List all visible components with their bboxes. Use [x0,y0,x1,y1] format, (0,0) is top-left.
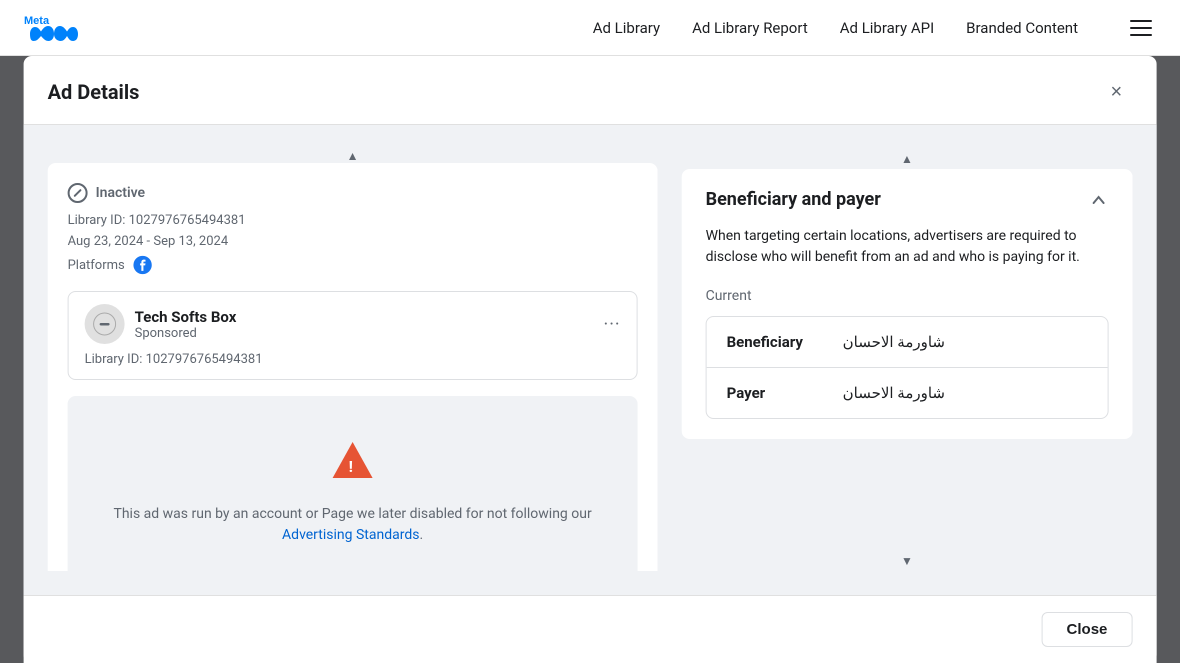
right-scroll-down-indicator: ▼ [682,551,1133,571]
right-panel: Beneficiary and payer When targeting cer… [682,169,1133,551]
beneficiary-field-value: شاورمة الاحسان [843,333,945,351]
nav-ad-library-report[interactable]: Ad Library Report [692,19,808,37]
ad-card-header: Tech Softs Box Sponsored ··· [85,304,621,344]
ad-avatar [85,304,125,344]
ad-status-row: Inactive [68,183,638,203]
ad-more-menu-icon[interactable]: ··· [603,314,620,335]
left-panel: Inactive Library ID: 1027976765494381 Au… [48,163,658,571]
advertising-standards-link[interactable]: Advertising Standards [282,527,419,543]
beneficiary-row: Beneficiary شاورمة الاحسان [707,317,1108,368]
beneficiary-current-label: Current [706,288,1109,304]
svg-text:Meta: Meta [24,15,50,27]
navbar: Meta Ad Library Ad Library Report Ad Lib… [0,0,1180,56]
ad-card-library-id: Library ID: 1027976765494381 [85,352,621,367]
chevron-up-icon [1088,190,1108,210]
beneficiary-description: When targeting certain locations, advert… [706,226,1109,268]
ad-sponsored-label: Sponsored [135,326,237,341]
payer-field-value: شاورمة الاحسان [843,384,945,402]
platforms-label: Platforms [68,258,125,273]
beneficiary-collapse-button[interactable] [1088,190,1108,210]
beneficiary-title: Beneficiary and payer [706,189,881,210]
beneficiary-container: Beneficiary and payer When targeting cer… [682,169,1133,439]
modal-footer: Close [24,595,1157,663]
meta-logo: Meta [24,12,84,44]
inactive-icon [68,183,88,203]
nav-links: Ad Library Ad Library Report Ad Library … [593,19,1078,37]
avatar-icon [93,312,117,336]
nav-ad-library-api[interactable]: Ad Library API [840,19,934,37]
beneficiary-field-label: Beneficiary [727,333,827,351]
ad-disabled-content: ! This ad was run by an account or Page … [68,396,638,571]
nav-branded-content[interactable]: Branded Content [966,19,1078,37]
payer-field-label: Payer [727,384,827,402]
beneficiary-header: Beneficiary and payer [706,189,1109,210]
modal-title: Ad Details [48,80,140,104]
ad-details-modal: Ad Details × ▲ Inactive Library ID: 1027… [24,56,1157,663]
modal-close-button[interactable]: × [1100,76,1132,108]
warning-triangle-icon: ! [329,436,377,484]
ad-platforms: Platforms [68,255,638,275]
right-scroll-up-indicator: ▲ [682,149,1133,169]
ad-info-container: Inactive Library ID: 1027976765494381 Au… [48,163,658,571]
hamburger-menu-icon[interactable] [1126,16,1156,40]
ad-status-text: Inactive [96,185,145,201]
ad-page-info: Tech Softs Box Sponsored [135,308,237,341]
payer-row: Payer شاورمة الاحسان [707,368,1108,418]
modal-body: ▲ Inactive Library ID: 1027976765494381 … [24,125,1157,595]
beneficiary-table: Beneficiary شاورمة الاحسان Payer شاورمة … [706,316,1109,419]
ad-library-id: Library ID: 1027976765494381 [68,213,638,228]
ad-dates: Aug 23, 2024 - Sep 13, 2024 [68,234,638,249]
facebook-platform-icon [133,255,153,275]
ad-card: Tech Softs Box Sponsored ··· Library ID:… [68,291,638,380]
ad-card-profile: Tech Softs Box Sponsored [85,304,237,344]
ad-disabled-description: This ad was run by an account or Page we… [88,504,618,546]
left-scroll-up-indicator: ▲ [48,149,658,163]
footer-close-button[interactable]: Close [1042,612,1133,647]
ad-page-name: Tech Softs Box [135,308,237,326]
nav-ad-library[interactable]: Ad Library [593,19,660,37]
svg-text:!: ! [349,457,353,476]
modal-header: Ad Details × [24,56,1157,125]
